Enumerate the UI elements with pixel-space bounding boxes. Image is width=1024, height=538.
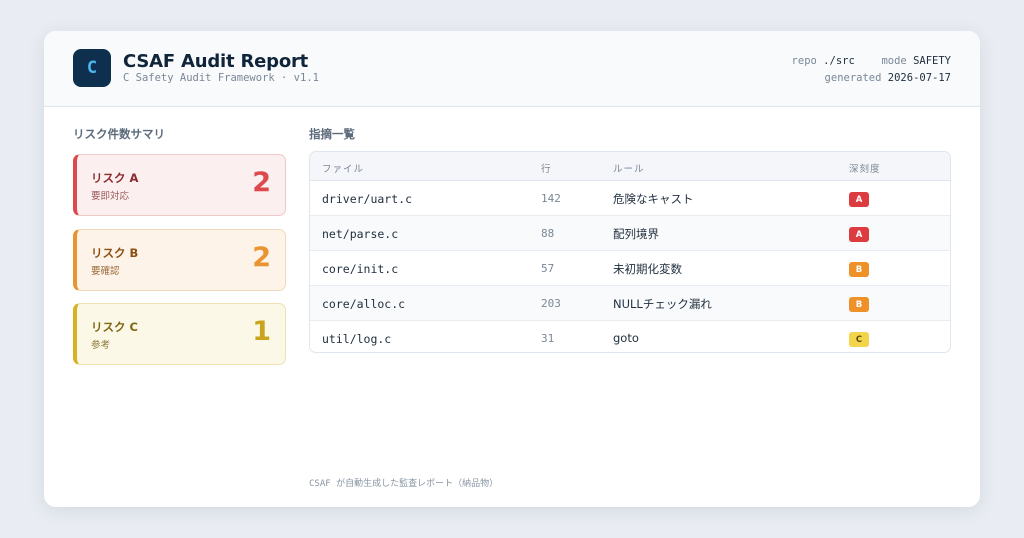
table-row[interactable]: net/parse.c 88 配列境界 A (310, 216, 950, 251)
risk-count: 2 (252, 242, 271, 273)
risk-name: リスク C (91, 320, 138, 334)
table-header: ファイル 行 ルール 深刻度 (310, 152, 950, 181)
summary-title: リスク件数サマリ (73, 127, 165, 141)
risk-count: 2 (252, 167, 271, 198)
table-row[interactable]: core/alloc.c 203 NULLチェック漏れ B (310, 286, 950, 321)
findings-table: ファイル 行 ルール 深刻度 driver/uart.c 142 危険なキャスト… (309, 151, 951, 353)
severity-badge: A (849, 192, 869, 207)
rule-cell: 未初期化変数 (613, 262, 682, 276)
line-cell: 203 (541, 297, 561, 310)
report-card: C CSAF Audit Report C Safety Audit Frame… (44, 31, 980, 507)
risk-card-a: リスク A 要即対応 2 (73, 154, 286, 216)
table-row[interactable]: driver/uart.c 142 危険なキャスト A (310, 181, 950, 216)
report-header: C CSAF Audit Report C Safety Audit Frame… (44, 31, 980, 107)
table-row[interactable]: util/log.c 31 goto C (310, 321, 950, 352)
mode-label: mode (881, 55, 907, 67)
line-cell: 142 (541, 192, 561, 205)
severity-badge: A (849, 227, 869, 242)
report-footer: CSAF が自動生成した監査レポート（納品物） (309, 479, 499, 489)
severity-badge: C (849, 332, 869, 347)
report-meta: repo ./src mode SAFETY generated 2026-07… (792, 53, 951, 87)
page-title: CSAF Audit Report (123, 51, 309, 72)
generated-value: 2026-07-17 (887, 72, 951, 84)
risk-card-c: リスク C 参考 1 (73, 303, 286, 365)
severity-badge: B (849, 297, 869, 312)
file-cell: util/log.c (322, 332, 392, 346)
generated-label: generated (824, 72, 882, 84)
table-row[interactable]: core/init.c 57 未初期化変数 B (310, 251, 950, 286)
line-cell: 57 (541, 262, 555, 275)
file-cell: driver/uart.c (322, 192, 413, 206)
rule-cell: 危険なキャスト (613, 192, 694, 206)
rule-cell: 配列境界 (613, 227, 659, 241)
rule-cell: goto (613, 331, 639, 345)
risk-desc: 要即対応 (91, 191, 130, 202)
mode-value: SAFETY (913, 55, 951, 67)
risk-name: リスク A (91, 171, 139, 185)
repo-value: ./src (823, 55, 855, 67)
rule-cell: NULLチェック漏れ (613, 297, 712, 311)
line-cell: 88 (541, 227, 555, 240)
severity-badge: B (849, 262, 869, 277)
line-cell: 31 (541, 332, 555, 345)
column-header-line: 行 (541, 164, 552, 175)
risk-name: リスク B (91, 246, 139, 260)
risk-desc: 参考 (91, 340, 111, 351)
findings-title: 指摘一覧 (309, 127, 355, 141)
column-header-rule: ルール (613, 164, 645, 175)
repo-label: repo (791, 55, 817, 67)
app-logo: C (73, 49, 111, 87)
page-subtitle: C Safety Audit Framework · v1.1 (123, 72, 319, 84)
risk-count: 1 (252, 316, 271, 347)
column-header-severity: 深刻度 (849, 164, 881, 175)
column-header-file: ファイル (322, 164, 365, 175)
file-cell: core/alloc.c (322, 297, 406, 311)
risk-desc: 要確認 (91, 266, 120, 277)
file-cell: core/init.c (322, 262, 399, 276)
risk-card-b: リスク B 要確認 2 (73, 229, 286, 291)
file-cell: net/parse.c (322, 227, 399, 241)
